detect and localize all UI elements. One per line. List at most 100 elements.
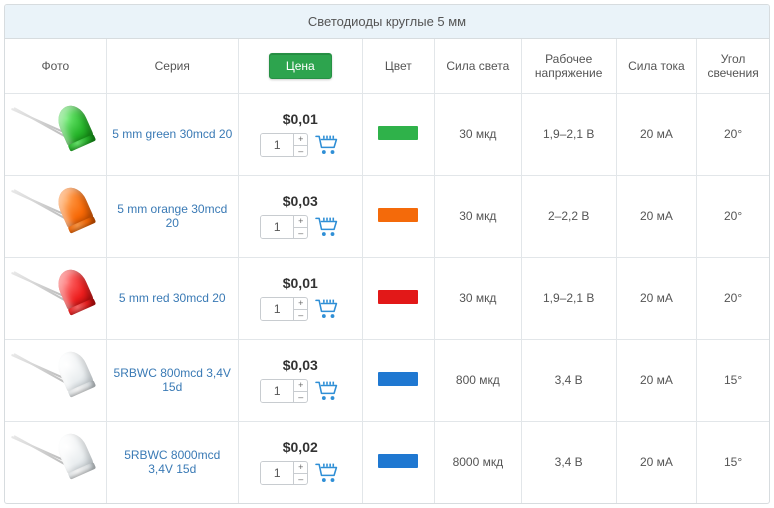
color-chip <box>378 454 418 468</box>
cell-color <box>362 339 434 421</box>
cell-angle: 15° <box>697 421 769 503</box>
series-link[interactable]: 5 mm orange 30mcd 20 <box>117 202 227 230</box>
quantity-stepper[interactable]: + – <box>260 133 308 157</box>
cell-voltage: 2–2,2 В <box>521 175 616 257</box>
quantity-input[interactable] <box>261 298 293 320</box>
cell-color <box>362 257 434 339</box>
cell-luminance: 30 мкд <box>434 257 521 339</box>
header-series: Серия <box>106 39 238 93</box>
quantity-input[interactable] <box>261 380 293 402</box>
quantity-stepper[interactable]: + – <box>260 379 308 403</box>
led-bulb-icon <box>53 265 95 313</box>
product-table: Фото Серия Цена Цвет Сила света Рабочее … <box>5 39 769 503</box>
quantity-decrease[interactable]: – <box>294 474 307 485</box>
cell-series: 5RBWC 800mcd 3,4V 15d <box>106 339 238 421</box>
led-photo <box>12 347 98 413</box>
series-link[interactable]: 5 mm green 30mcd 20 <box>112 127 232 141</box>
cell-voltage: 1,9–2,1 В <box>521 93 616 175</box>
cart-icon[interactable] <box>314 380 340 402</box>
cell-price: $0,01 + – <box>238 93 362 175</box>
led-bulb-icon <box>53 429 95 477</box>
quantity-increase[interactable]: + <box>294 216 307 228</box>
quantity-increase[interactable]: + <box>294 462 307 474</box>
quantity-decrease[interactable]: – <box>294 146 307 157</box>
color-chip <box>378 208 418 222</box>
cell-voltage: 3,4 В <box>521 421 616 503</box>
quantity-stepper[interactable]: + – <box>260 461 308 485</box>
header-color: Цвет <box>362 39 434 93</box>
cell-angle: 15° <box>697 339 769 421</box>
quantity-decrease[interactable]: – <box>294 392 307 403</box>
header-row: Фото Серия Цена Цвет Сила света Рабочее … <box>5 39 769 93</box>
header-photo: Фото <box>5 39 106 93</box>
table-row: 5 mm red 30mcd 20 $0,01 + – <box>5 257 769 339</box>
led-photo <box>12 183 98 249</box>
quantity-decrease[interactable]: – <box>294 310 307 321</box>
header-luminance: Сила света <box>434 39 521 93</box>
cell-price: $0,01 + – <box>238 257 362 339</box>
cart-icon[interactable] <box>314 462 340 484</box>
cell-current: 20 мА <box>616 175 697 257</box>
quantity-stepper[interactable]: + – <box>260 215 308 239</box>
cell-price: $0,02 + – <box>238 421 362 503</box>
price-value: $0,02 <box>247 439 354 455</box>
header-angle: Угол свечения <box>697 39 769 93</box>
header-price[interactable]: Цена <box>238 39 362 93</box>
quantity-increase[interactable]: + <box>294 298 307 310</box>
cell-luminance: 8000 мкд <box>434 421 521 503</box>
price-value: $0,03 <box>247 357 354 373</box>
cell-price: $0,03 + – <box>238 175 362 257</box>
header-current: Сила тока <box>616 39 697 93</box>
cell-luminance: 30 мкд <box>434 175 521 257</box>
cell-angle: 20° <box>697 93 769 175</box>
table-row: 5 mm green 30mcd 20 $0,01 + – <box>5 93 769 175</box>
cart-icon[interactable] <box>314 298 340 320</box>
led-photo <box>12 101 98 167</box>
cell-luminance: 800 мкд <box>434 339 521 421</box>
cell-series: 5 mm green 30mcd 20 <box>106 93 238 175</box>
cell-series: 5RBWC 8000mcd 3,4V 15d <box>106 421 238 503</box>
quantity-input[interactable] <box>261 462 293 484</box>
table-row: 5 mm orange 30mcd 20 $0,03 + – <box>5 175 769 257</box>
cell-current: 20 мА <box>616 339 697 421</box>
led-bulb-icon <box>53 183 95 231</box>
quantity-increase[interactable]: + <box>294 380 307 392</box>
cell-angle: 20° <box>697 257 769 339</box>
quantity-increase[interactable]: + <box>294 134 307 146</box>
cell-voltage: 3,4 В <box>521 339 616 421</box>
cell-photo <box>5 339 106 421</box>
quantity-input[interactable] <box>261 134 293 156</box>
price-value: $0,01 <box>247 111 354 127</box>
led-photo <box>12 265 98 331</box>
table-row: 5RBWC 8000mcd 3,4V 15d $0,02 + – <box>5 421 769 503</box>
cell-luminance: 30 мкд <box>434 93 521 175</box>
series-link[interactable]: 5RBWC 800mcd 3,4V 15d <box>114 366 231 394</box>
series-link[interactable]: 5 mm red 30mcd 20 <box>119 291 226 305</box>
quantity-input[interactable] <box>261 216 293 238</box>
cell-current: 20 мА <box>616 421 697 503</box>
color-chip <box>378 372 418 386</box>
cell-color <box>362 175 434 257</box>
quantity-decrease[interactable]: – <box>294 228 307 239</box>
cell-color <box>362 421 434 503</box>
quantity-stepper[interactable]: + – <box>260 297 308 321</box>
series-link[interactable]: 5RBWC 8000mcd 3,4V 15d <box>124 448 220 476</box>
cell-color <box>362 93 434 175</box>
led-bulb-icon <box>53 101 95 149</box>
cart-icon[interactable] <box>314 134 340 156</box>
cart-icon[interactable] <box>314 216 340 238</box>
price-sort-button[interactable]: Цена <box>269 53 332 79</box>
cell-series: 5 mm orange 30mcd 20 <box>106 175 238 257</box>
header-voltage: Рабочее напряжение <box>521 39 616 93</box>
price-value: $0,01 <box>247 275 354 291</box>
cell-photo <box>5 257 106 339</box>
cell-voltage: 1,9–2,1 В <box>521 257 616 339</box>
table-row: 5RBWC 800mcd 3,4V 15d $0,03 + – <box>5 339 769 421</box>
led-photo <box>12 429 98 495</box>
cell-series: 5 mm red 30mcd 20 <box>106 257 238 339</box>
table-title: Светодиоды круглые 5 мм <box>5 5 769 39</box>
cell-photo <box>5 93 106 175</box>
price-value: $0,03 <box>247 193 354 209</box>
cell-photo <box>5 175 106 257</box>
led-bulb-icon <box>53 347 95 395</box>
